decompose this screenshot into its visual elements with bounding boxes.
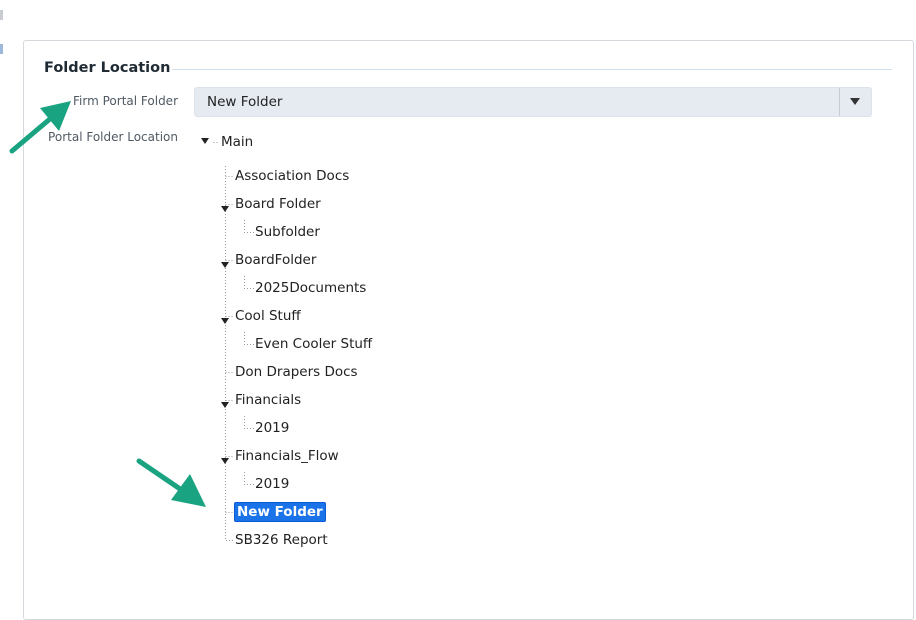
- annotation-arrow-icon: [136, 458, 206, 507]
